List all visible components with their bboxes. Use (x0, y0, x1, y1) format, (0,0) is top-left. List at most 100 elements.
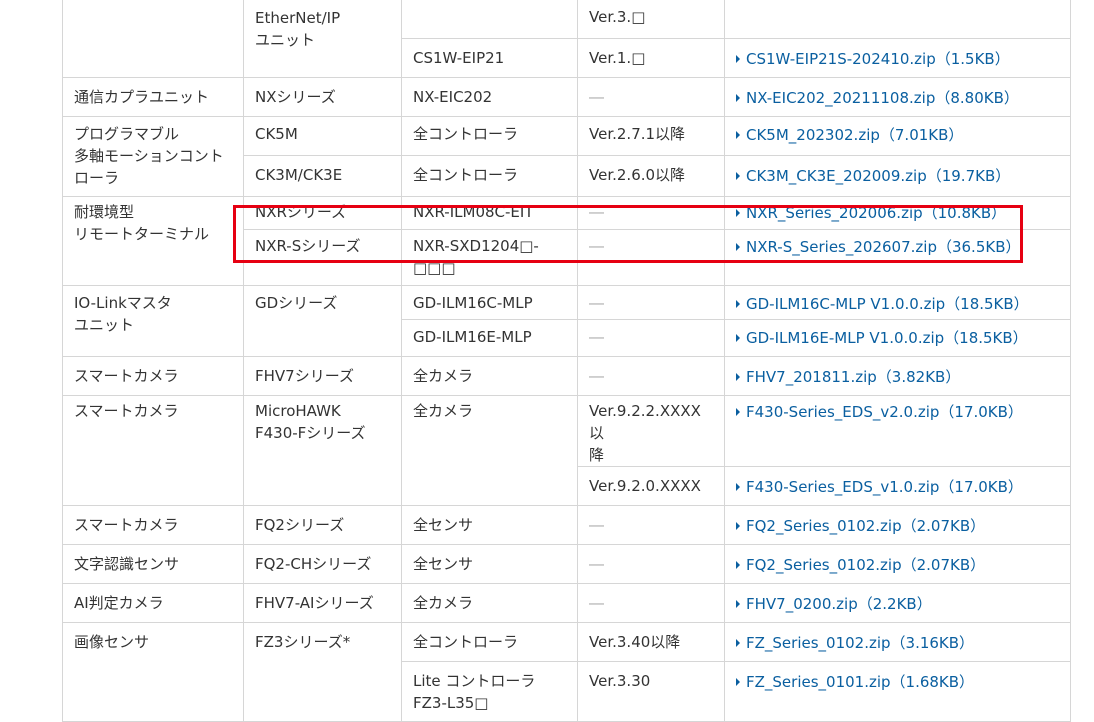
model-cell: 全センサ (401, 505, 578, 545)
link-arrow-icon (736, 561, 740, 569)
version-cell: Ver.1.□ (577, 38, 725, 78)
series-cell: FQ2シリーズ (243, 505, 402, 545)
file-cell (724, 0, 1071, 39)
version-cell: ― (577, 356, 725, 396)
version-cell: ― (577, 319, 725, 357)
file-cell: GD-ILM16E-MLP V1.0.0.zip（18.5KB） (724, 319, 1071, 357)
link-arrow-icon (736, 639, 740, 647)
link-arrow-icon (736, 373, 740, 381)
model-cell: GD-ILM16C-MLP (401, 285, 578, 320)
file-cell: CK5M_202302.zip（7.01KB） (724, 115, 1071, 157)
table-row: プログラマブル 多軸モーションコント ローラ CK5M 全コントローラ Ver.… (62, 115, 1071, 197)
download-link[interactable]: GD-ILM16C-MLP V1.0.0.zip（18.5KB） (736, 293, 1029, 315)
link-arrow-icon (736, 600, 740, 608)
series-cell: CK3M/CK3E (243, 155, 402, 197)
version-cell: ― (577, 583, 725, 623)
version-cell: ― (577, 77, 725, 117)
category-cell: プログラマブル 多軸モーションコント ローラ (62, 116, 244, 197)
series-cell: FQ2-CHシリーズ (243, 544, 402, 584)
file-cell: FZ_Series_0101.zip（1.68KB） (724, 661, 1071, 722)
table-row: スマートカメラ FQ2シリーズ 全センサ ― FQ2_Series_0102.z… (62, 505, 1071, 545)
table-row: IO-Linkマスタ ユニット GDシリーズ GD-ILM16C-MLP ― G… (62, 285, 1071, 357)
model-cell: 全カメラ (401, 583, 578, 623)
download-link[interactable]: F430-Series_EDS_v2.0.zip（17.0KB） (736, 401, 1023, 423)
category-cell: AI判定カメラ (62, 583, 244, 623)
table-row: スマートカメラ FHV7シリーズ 全カメラ ― FHV7_201811.zip（… (62, 356, 1071, 396)
series-cell: GDシリーズ (243, 285, 402, 357)
download-link[interactable]: CK5M_202302.zip（7.01KB） (736, 124, 963, 146)
version-cell: Ver.3.30 (577, 661, 725, 722)
model-cell: 全カメラ (401, 356, 578, 396)
version-cell: Ver.9.2.0.XXXX (577, 466, 725, 506)
file-cell: CS1W-EIP21S-202410.zip（1.5KB） (724, 38, 1071, 78)
download-link[interactable]: FHV7_201811.zip（3.82KB） (736, 366, 960, 388)
model-cell: NXR-SXD1204□- □□□ (401, 229, 578, 286)
link-arrow-icon (736, 334, 740, 342)
file-cell: FHV7_201811.zip（3.82KB） (724, 356, 1071, 396)
file-cell: FHV7_0200.zip（2.2KB） (724, 583, 1071, 623)
version-cell: Ver.2.6.0以降 (577, 155, 725, 197)
table-row: 通信カプラユニット NXシリーズ NX-EIC202 ― NX-EIC202_2… (62, 77, 1071, 117)
version-cell: ― (577, 285, 725, 320)
link-arrow-icon (736, 522, 740, 530)
version-cell: ― (577, 544, 725, 584)
category-cell: 通信カプラユニット (62, 77, 244, 117)
file-cell: F430-Series_EDS_v2.0.zip（17.0KB） (724, 395, 1071, 467)
file-cell: CK3M_CK3E_202009.zip（19.7KB） (724, 155, 1071, 197)
series-cell: NXシリーズ (243, 77, 402, 117)
model-cell: Lite コントローラ FZ3-L35□ (401, 661, 578, 722)
download-link[interactable]: NX-EIC202_20211108.zip（8.80KB） (736, 87, 1019, 109)
series-cell: NXRシリーズ (243, 196, 402, 230)
category-cell: 文字認識センサ (62, 544, 244, 584)
model-cell (401, 0, 578, 39)
model-cell: 全コントローラ (401, 155, 578, 197)
link-arrow-icon (736, 172, 740, 181)
category-cell: スマートカメラ (62, 395, 244, 506)
download-link[interactable]: NXR_Series_202006.zip（10.8KB） (736, 202, 1006, 224)
link-arrow-icon (736, 300, 740, 308)
model-cell: NXR-ILM08C-EIT (401, 196, 578, 230)
download-link[interactable]: GD-ILM16E-MLP V1.0.0.zip（18.5KB） (736, 327, 1028, 349)
download-link[interactable]: FQ2_Series_0102.zip（2.07KB） (736, 515, 985, 537)
table-row: スマートカメラ MicroHAWK F430-Fシリーズ 全カメラ Ver.9.… (62, 395, 1071, 506)
category-cell: スマートカメラ (62, 356, 244, 396)
link-arrow-icon (736, 131, 740, 139)
file-cell: FZ_Series_0102.zip（3.16KB） (724, 622, 1071, 662)
link-arrow-icon (736, 55, 740, 63)
series-cell: FZ3シリーズ* (243, 622, 402, 722)
series-cell: EtherNet/IP ユニット (243, 0, 402, 78)
version-cell: ― (577, 505, 725, 545)
eds-download-table: EtherNet/IP ユニット Ver.3.□ CS1W-EIP21 Ver.… (62, 0, 1071, 722)
download-link[interactable]: CK3M_CK3E_202009.zip（19.7KB） (736, 165, 1010, 187)
model-cell: 全コントローラ (401, 115, 578, 157)
version-cell: Ver.3.40以降 (577, 622, 725, 662)
model-cell: 全コントローラ (401, 622, 578, 662)
table-row: 耐環境型 リモートターミナル NXRシリーズ NXR-ILM08C-EIT ― … (62, 196, 1071, 286)
category-cell (62, 0, 244, 78)
link-arrow-icon (736, 243, 740, 251)
download-link[interactable]: NXR-S_Series_202607.zip（36.5KB） (736, 236, 1021, 258)
download-link[interactable]: FHV7_0200.zip（2.2KB） (736, 593, 932, 615)
model-cell: NX-EIC202 (401, 77, 578, 117)
version-cell: ― (577, 229, 725, 286)
file-cell: F430-Series_EDS_v1.0.zip（17.0KB） (724, 466, 1071, 506)
download-link[interactable]: CS1W-EIP21S-202410.zip（1.5KB） (736, 48, 1010, 70)
model-cell: 全センサ (401, 544, 578, 584)
file-cell: FQ2_Series_0102.zip（2.07KB） (724, 544, 1071, 584)
download-link[interactable]: FQ2_Series_0102.zip（2.07KB） (736, 554, 985, 576)
link-arrow-icon (736, 483, 740, 491)
link-arrow-icon (736, 678, 740, 686)
category-cell: IO-Linkマスタ ユニット (62, 285, 244, 357)
table-row: AI判定カメラ FHV7-AIシリーズ 全カメラ ― FHV7_0200.zip… (62, 583, 1071, 623)
table-row: 画像センサ FZ3シリーズ* 全コントローラ Ver.3.40以降 FZ_Ser… (62, 622, 1071, 722)
file-cell: NX-EIC202_20211108.zip（8.80KB） (724, 77, 1071, 117)
download-link[interactable]: FZ_Series_0102.zip（3.16KB） (736, 632, 974, 654)
model-cell: GD-ILM16E-MLP (401, 319, 578, 357)
download-link[interactable]: FZ_Series_0101.zip（1.68KB） (736, 671, 974, 693)
file-cell: NXR_Series_202006.zip（10.8KB） (724, 196, 1071, 230)
download-link[interactable]: F430-Series_EDS_v1.0.zip（17.0KB） (736, 476, 1023, 498)
category-cell: 耐環境型 リモートターミナル (62, 196, 244, 286)
version-cell: Ver.3.□ (577, 0, 725, 39)
version-cell: ― (577, 196, 725, 230)
version-cell: Ver.2.7.1以降 (577, 115, 725, 157)
